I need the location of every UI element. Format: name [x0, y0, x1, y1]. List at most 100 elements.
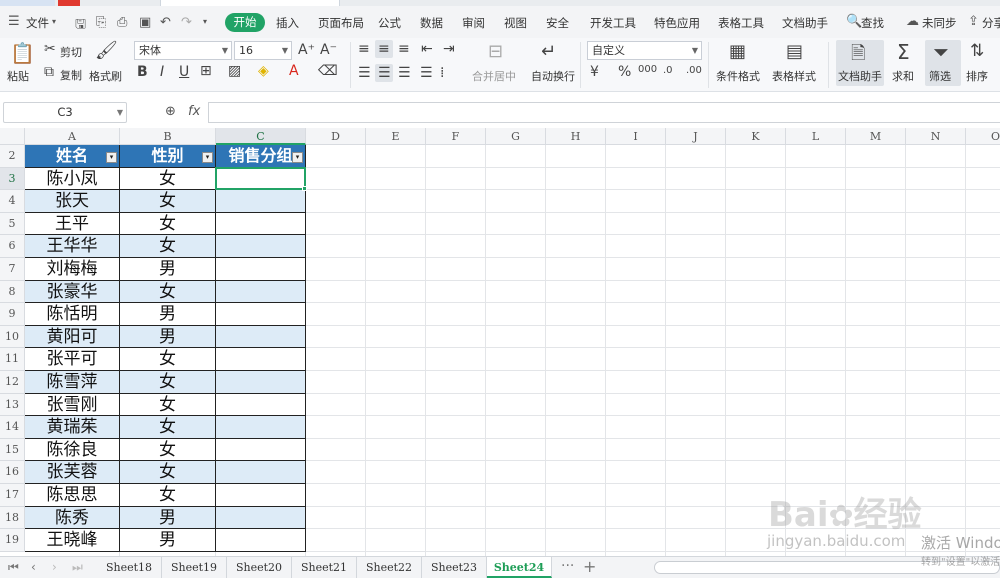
column-header-i[interactable]: I: [606, 128, 666, 145]
add-sheet-button[interactable]: +: [583, 557, 596, 576]
table-cell[interactable]: [216, 258, 306, 281]
sheet-tab[interactable]: Sheet21: [292, 557, 357, 578]
copy-button[interactable]: 复制: [60, 67, 82, 83]
table-cell[interactable]: [216, 235, 306, 258]
increase-font-icon[interactable]: A⁺: [298, 42, 315, 58]
share-icon[interactable]: ⇪: [968, 14, 979, 29]
align-top-icon[interactable]: ≡: [358, 41, 370, 57]
table-cell[interactable]: 男: [120, 506, 216, 530]
sync-status[interactable]: 未同步: [922, 15, 957, 31]
table-cell[interactable]: 女: [120, 484, 216, 507]
row-header[interactable]: 19: [0, 529, 25, 552]
horizontal-scrollbar[interactable]: [654, 561, 1000, 574]
cell-style-icon[interactable]: ▨: [228, 63, 241, 79]
row-header[interactable]: 10: [0, 325, 25, 349]
row-header[interactable]: 18: [0, 506, 25, 530]
table-cell[interactable]: [216, 529, 306, 552]
table-cell[interactable]: [216, 325, 306, 349]
table-cell[interactable]: 王平: [25, 212, 120, 236]
row-header[interactable]: 9: [0, 303, 25, 326]
name-box[interactable]: C3 ▼: [3, 102, 127, 123]
row-header[interactable]: 7: [0, 258, 25, 281]
table-cell[interactable]: 女: [120, 348, 216, 371]
column-header-g[interactable]: G: [486, 128, 546, 145]
table-cell[interactable]: 陈徐良: [25, 438, 120, 462]
column-header-b[interactable]: B: [120, 128, 216, 145]
decrease-decimal-icon[interactable]: .00: [686, 65, 702, 76]
filter-dropdown-icon[interactable]: ▾: [292, 152, 303, 163]
column-header-m[interactable]: M: [846, 128, 906, 145]
fx-icon[interactable]: fx: [188, 104, 200, 119]
tab-table-tools[interactable]: 表格工具: [718, 15, 764, 31]
table-cell[interactable]: [216, 167, 306, 191]
column-header-o[interactable]: O: [966, 128, 1000, 145]
formula-input[interactable]: [208, 102, 1000, 123]
column-header-n[interactable]: N: [906, 128, 966, 145]
last-sheet-icon[interactable]: ⏭: [72, 560, 83, 575]
table-cell[interactable]: 女: [120, 393, 216, 417]
column-header-e[interactable]: E: [366, 128, 426, 145]
table-cell[interactable]: 王华华: [25, 235, 120, 258]
format-painter-icon[interactable]: 🖌: [95, 40, 118, 61]
row-header[interactable]: 13: [0, 393, 25, 417]
tab-developer[interactable]: 开发工具: [590, 15, 636, 31]
table-cell[interactable]: 女: [120, 438, 216, 462]
table-cell[interactable]: 陈小凤: [25, 167, 120, 191]
share-button[interactable]: 分享: [982, 15, 1000, 31]
scissors-icon[interactable]: ✂: [44, 41, 56, 57]
select-all-corner[interactable]: [0, 128, 25, 145]
table-cell[interactable]: 黄瑞茱: [25, 416, 120, 439]
table-cell[interactable]: [216, 416, 306, 439]
table-cell[interactable]: [216, 371, 306, 394]
tab-doc-assistant[interactable]: 文档助手: [782, 15, 828, 31]
table-cell[interactable]: 男: [120, 303, 216, 326]
row-header[interactable]: 14: [0, 416, 25, 439]
align-left-icon[interactable]: ☰: [358, 65, 371, 81]
table-cell[interactable]: [216, 348, 306, 371]
table-header-cell[interactable]: 姓名 ▾: [25, 145, 120, 168]
table-cell[interactable]: 男: [120, 325, 216, 349]
search-icon[interactable]: 🔍: [846, 14, 862, 29]
filter-button[interactable]: 筛选: [929, 68, 951, 84]
row-header[interactable]: 3: [0, 167, 25, 191]
export-pdf-icon[interactable]: ⎘: [96, 15, 106, 30]
tab-view[interactable]: 视图: [504, 15, 527, 31]
merge-center-button[interactable]: 合并居中: [472, 68, 516, 84]
doc-assistant-button[interactable]: 文档助手: [838, 68, 882, 84]
table-cell[interactable]: 男: [120, 529, 216, 552]
table-cell[interactable]: [216, 461, 306, 484]
table-cell[interactable]: 男: [120, 258, 216, 281]
column-header-a[interactable]: A: [25, 128, 120, 145]
font-name-select[interactable]: 宋体 ▼: [134, 41, 232, 60]
filter-dropdown-icon[interactable]: ▾: [106, 152, 117, 163]
row-header[interactable]: 8: [0, 280, 25, 304]
wrap-text-icon[interactable]: ↵: [541, 41, 556, 62]
tab-formulas[interactable]: 公式: [378, 15, 401, 31]
decrease-font-icon[interactable]: A⁻: [320, 42, 337, 58]
format-painter-button[interactable]: 格式刷: [89, 68, 122, 84]
sort-button[interactable]: 排序: [966, 68, 988, 84]
increase-decimal-icon[interactable]: .0: [663, 65, 673, 76]
row-header[interactable]: 17: [0, 484, 25, 507]
table-cell[interactable]: 陈秀: [25, 506, 120, 530]
cloud-sync-icon[interactable]: ☁: [906, 14, 919, 29]
currency-icon[interactable]: ¥: [590, 64, 599, 80]
percent-icon[interactable]: %: [618, 64, 631, 80]
file-menu[interactable]: 文件: [26, 15, 49, 31]
table-cell[interactable]: [216, 484, 306, 507]
hamburger-menu-icon[interactable]: ☰: [8, 14, 20, 29]
row-header[interactable]: 12: [0, 371, 25, 394]
paste-icon[interactable]: 📋: [10, 41, 35, 65]
column-header-d[interactable]: D: [306, 128, 366, 145]
table-cell[interactable]: [216, 438, 306, 462]
tab-home[interactable]: 开始: [225, 13, 265, 32]
clear-icon[interactable]: ⌫: [318, 63, 338, 79]
conditional-format-button[interactable]: 条件格式: [716, 68, 760, 84]
sheet-tab[interactable]: Sheet20: [227, 557, 292, 578]
sheet-tab[interactable]: Sheet19: [162, 557, 227, 578]
sheet-tab[interactable]: Sheet23: [422, 557, 487, 578]
tab-insert[interactable]: 插入: [276, 15, 299, 31]
table-cell[interactable]: 女: [120, 280, 216, 304]
conditional-format-icon[interactable]: ▦: [729, 41, 746, 62]
number-format-select[interactable]: 自定义 ▼: [587, 41, 702, 60]
